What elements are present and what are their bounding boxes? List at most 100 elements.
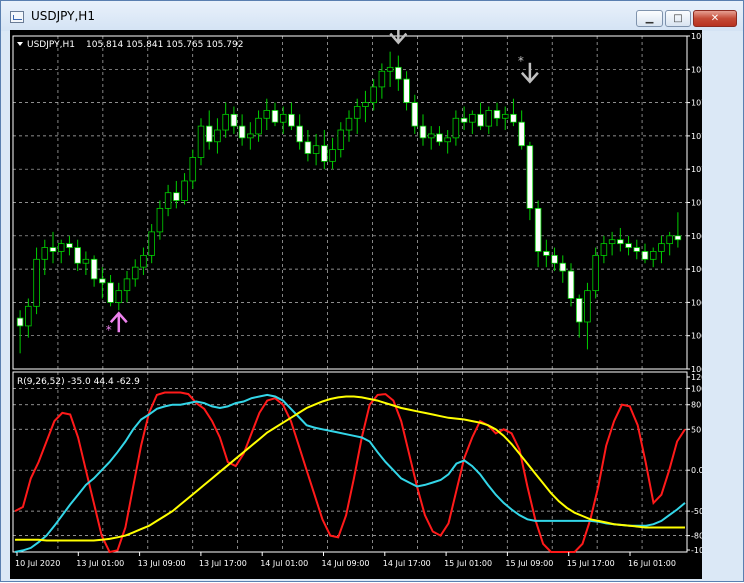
candle-body: [304, 141, 312, 154]
price-tick-label: 106.790: [691, 298, 702, 307]
price-tick-label: 107.045: [691, 199, 702, 208]
oscillator-series-line: [14, 393, 686, 553]
indicator-grid: [13, 372, 687, 552]
candle-body: [263, 110, 271, 119]
candle-body: [362, 102, 369, 107]
candle-body: [337, 129, 345, 151]
minimize-button[interactable]: ▁: [636, 10, 663, 27]
signal-markers: ***: [106, 15, 539, 337]
indicator-tick-label: -80: [691, 532, 702, 541]
candle-body: [57, 243, 65, 252]
indicator-tick-label: 0.00: [691, 466, 702, 475]
time-label: 14 Jul 01:00: [260, 559, 308, 568]
candle-body: [353, 106, 361, 119]
maximize-button[interactable]: □: [665, 10, 691, 27]
price-tick-label: 106.960: [691, 232, 702, 241]
candle-body: [460, 117, 468, 123]
candle-body: [156, 207, 164, 233]
candle-body: [90, 258, 98, 280]
price-tick-label: 106.705: [691, 332, 702, 341]
candle-body: [584, 290, 591, 323]
close-button[interactable]: ✕: [693, 10, 737, 27]
candle-body: [469, 113, 476, 123]
candle-body: [427, 133, 435, 139]
candle-body: [329, 149, 336, 162]
candle-body: [181, 180, 188, 201]
chart-menu-triangle-icon[interactable]: [17, 42, 23, 46]
candle-body: [66, 243, 73, 248]
time-label: 16 Jul 01:00: [628, 559, 676, 568]
price-tick-label: 107.385: [691, 65, 702, 74]
candle-body: [321, 145, 328, 162]
time-label: 14 Jul 09:00: [322, 559, 370, 568]
sell-star-icon: *: [518, 54, 524, 68]
candle-body: [123, 278, 131, 292]
window-title: USDJPY,H1: [31, 9, 95, 23]
ohlc-readout: 105.814 105.841 105.765 105.792: [86, 40, 243, 50]
candle-body: [74, 247, 81, 264]
chart-window-icon: [10, 11, 24, 23]
candle-body: [403, 78, 410, 103]
candle-body: [271, 110, 279, 123]
candle-body: [386, 66, 394, 72]
time-label: 13 Jul 09:00: [138, 559, 186, 568]
candle-body: [140, 254, 147, 268]
price-tick-label: 107.300: [691, 99, 702, 108]
candle-body: [378, 70, 386, 88]
candle-body: [411, 102, 419, 127]
candle-body: [148, 231, 155, 256]
candle-body: [189, 157, 197, 182]
candle-body: [312, 145, 320, 154]
price-tick-label: 107.470: [691, 32, 702, 41]
candle-body: [649, 251, 657, 260]
candle-body: [255, 117, 262, 135]
candle-body: [592, 254, 599, 292]
oscillator-series-line: [15, 395, 685, 542]
candle-body: [608, 239, 616, 245]
time-label: 15 Jul 09:00: [505, 559, 553, 568]
candle-body: [658, 243, 665, 252]
candle-body: [510, 113, 517, 123]
candle-body: [115, 290, 123, 303]
time-label: 13 Jul 17:00: [199, 559, 247, 568]
candle-body: [205, 125, 213, 143]
title-bar[interactable]: USDJPY,H1 ▁ □ ✕: [1, 1, 743, 31]
buy-star-icon: *: [106, 323, 112, 337]
candle-body: [551, 254, 558, 264]
candle-body: [625, 243, 632, 248]
candle-body: [452, 117, 460, 139]
indicator-tick-label: 50: [691, 425, 701, 434]
price-axis: 107.470 107.385 107.300 107.215 107.130 107.0…: [687, 32, 724, 374]
chart-canvas[interactable]: *** 107.470107.385107.300107.215107.1301…: [10, 15, 724, 579]
candle-body: [526, 145, 534, 209]
indicator-tick-label: -50: [691, 507, 702, 516]
candle-body: [345, 117, 353, 131]
candle-body: [288, 113, 295, 127]
candle-body: [493, 110, 501, 119]
candle-body: [666, 235, 673, 245]
time-axis: 10 Jul 2020 13 Jul 01:00 13 Jul 09:00 13 Ju…: [15, 552, 676, 568]
candle-body: [41, 247, 49, 260]
candle-body: [173, 192, 180, 201]
candle-body: [197, 125, 205, 158]
candle-body: [567, 270, 575, 299]
candle-body: [419, 125, 427, 139]
indicator-axis: 120 100 80 50 0.00 -50 -80 -100: [687, 373, 709, 555]
candle-body: [485, 110, 493, 127]
indicator-tick-label: 80: [691, 401, 701, 410]
time-label: 15 Jul 01:00: [444, 559, 492, 568]
candle-body: [633, 247, 641, 252]
symbol-label: USDJPY,H1: [27, 40, 75, 50]
candle-body: [674, 235, 682, 241]
time-label: 14 Jul 17:00: [383, 559, 431, 568]
candle-body: [444, 137, 451, 143]
candle-body: [82, 258, 90, 264]
chart-area[interactable]: *** 107.470107.385107.300107.215107.1301…: [10, 15, 724, 579]
indicator-tick-label: 120: [691, 373, 702, 382]
candle-body: [641, 251, 649, 260]
candle-body: [559, 262, 567, 272]
candle-body: [49, 247, 57, 252]
candle-body: [518, 121, 525, 147]
candle-body: [131, 266, 139, 280]
candle-body: [247, 133, 254, 139]
